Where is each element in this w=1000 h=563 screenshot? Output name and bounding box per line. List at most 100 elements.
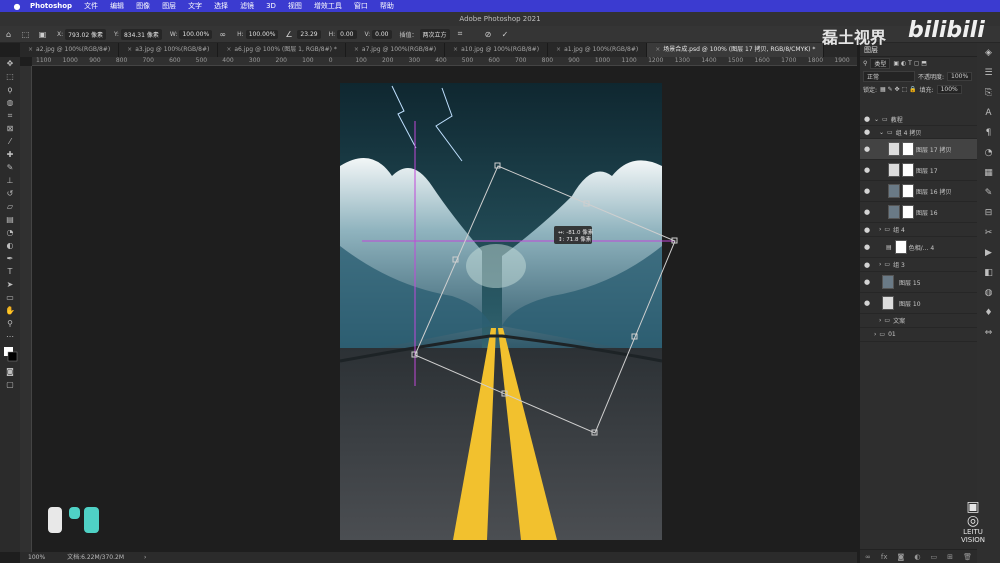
h-field[interactable]: 100.00% xyxy=(245,29,279,39)
path-select-icon[interactable]: ➤ xyxy=(0,278,20,291)
vskew-field[interactable]: 0.00 xyxy=(372,29,392,39)
interp-select[interactable]: 两次立方 xyxy=(419,28,450,40)
rectangle-tool-icon[interactable]: ▭ xyxy=(0,291,20,304)
layer-row[interactable]: ● 图层 17 xyxy=(860,160,977,181)
pen-tool-icon[interactable]: ✒ xyxy=(0,252,20,265)
eyedropper-icon[interactable]: ⁄ xyxy=(0,135,20,148)
zoom-level[interactable]: 100% xyxy=(28,554,45,561)
tab-a10[interactable]: × a10.jpg @ 100%(RGB/8#) xyxy=(445,43,549,57)
document-canvas[interactable]: ↔: -81.0 像素 ↕: 71.8 像素 xyxy=(32,66,857,552)
new-layer-icon[interactable]: ⊞ xyxy=(947,553,953,561)
layer-row[interactable]: ● 图层 16 xyxy=(860,202,977,223)
tab-a7[interactable]: × a7.jpg @ 100%(RGB/8#) xyxy=(346,43,446,57)
new-group-icon[interactable]: ▭ xyxy=(931,553,938,561)
menu-select[interactable]: 选择 xyxy=(214,1,228,11)
scissors-icon[interactable]: ✂ xyxy=(977,223,1000,243)
layer-row[interactable]: ● › ▭ 组 4 xyxy=(860,223,977,237)
link-layers-icon[interactable]: ∞ xyxy=(865,553,871,561)
layer-row[interactable]: ● ⌄ ▭ 组 4 拷贝 xyxy=(860,126,977,139)
visibility-eye-icon[interactable]: ● xyxy=(860,208,874,216)
zoom-tool-icon[interactable]: ⚲ xyxy=(0,317,20,330)
menu-view[interactable]: 视图 xyxy=(288,1,302,11)
paths-icon[interactable]: ⎘ xyxy=(977,83,1000,103)
healing-brush-icon[interactable]: ✚ xyxy=(0,148,20,161)
quick-select-icon[interactable]: ◍ xyxy=(0,96,20,109)
w-field[interactable]: 100.00% xyxy=(179,29,213,39)
color-swatches-icon[interactable] xyxy=(0,343,20,365)
warp-icon[interactable]: ⌗ xyxy=(455,29,466,40)
layer-row[interactable]: ● ▤ 色相/... 4 xyxy=(860,237,977,258)
visibility-eye-icon[interactable]: ● xyxy=(860,243,874,251)
crop-tool-icon[interactable]: ⌗ xyxy=(0,109,20,122)
layer-row[interactable]: ● 图层 10 xyxy=(860,293,977,314)
patterns-icon[interactable]: ⇔ xyxy=(977,323,1000,343)
channels-icon[interactable]: ☰ xyxy=(977,63,1000,83)
libraries-icon[interactable]: ▦ xyxy=(977,163,1000,183)
hand-tool-icon[interactable]: ✋ xyxy=(0,304,20,317)
adjustment-layer-icon[interactable]: ◐ xyxy=(914,553,920,561)
layer-row[interactable]: ● 图层 16 拷贝 xyxy=(860,181,977,202)
menu-filter[interactable]: 滤镜 xyxy=(240,1,254,11)
collapse-arrow-icon[interactable]: › xyxy=(879,261,881,268)
lasso-tool-icon[interactable]: ϙ xyxy=(0,83,20,96)
expand-arrow-icon[interactable]: ⌄ xyxy=(874,116,879,123)
menu-image[interactable]: 图像 xyxy=(136,1,150,11)
brush-settings-icon[interactable]: ✎ xyxy=(977,183,1000,203)
close-icon[interactable]: × xyxy=(127,46,132,53)
visibility-eye-icon[interactable]: ● xyxy=(860,145,874,153)
layer-filter-select[interactable]: 类型 xyxy=(870,58,891,69)
collapse-arrow-icon[interactable]: › xyxy=(874,331,876,338)
cancel-icon[interactable]: ⊘ xyxy=(483,29,494,40)
tab-a6[interactable]: × a6.jpg @ 100% (图层 1, RGB/8#) * xyxy=(218,43,346,57)
menu-type[interactable]: 文字 xyxy=(188,1,202,11)
quick-mask-icon[interactable]: ◙ xyxy=(0,365,20,378)
visibility-eye-icon[interactable]: ● xyxy=(860,299,874,307)
gradient-icon[interactable]: ▤ xyxy=(0,213,20,226)
visibility-eye-icon[interactable]: ● xyxy=(860,278,874,286)
dodge-tool-icon[interactable]: ◐ xyxy=(0,239,20,252)
tab-a3[interactable]: × a3.jpg @ 100%(RGB/8#) xyxy=(119,43,219,57)
filter-icons[interactable]: ▣ ◐ T ▢ ⬒ xyxy=(893,60,927,67)
fx-icon[interactable]: fx xyxy=(881,553,888,561)
visibility-eye-icon[interactable]: ● xyxy=(860,261,874,269)
canvas-area[interactable]: ↔: -81.0 像素 ↕: 71.8 像素 xyxy=(32,66,857,552)
home-icon[interactable]: ⌂ xyxy=(3,29,14,40)
layer-row[interactable]: › ▭ 文案 xyxy=(860,314,977,328)
visibility-eye-icon[interactable]: ● xyxy=(860,128,874,136)
type-tool-icon[interactable]: T xyxy=(0,265,20,278)
close-icon[interactable]: × xyxy=(354,46,359,53)
status-arrow-icon[interactable]: › xyxy=(144,554,146,561)
history-brush-icon[interactable]: ↺ xyxy=(0,187,20,200)
menu-help[interactable]: 帮助 xyxy=(380,1,394,11)
menu-window[interactable]: 窗口 xyxy=(354,1,368,11)
fill-field[interactable]: 100% xyxy=(936,85,962,94)
swatches-icon[interactable]: ◍ xyxy=(977,283,1000,303)
actions-icon[interactable]: ▶ xyxy=(977,243,1000,263)
x-field[interactable]: 793.02 像素 xyxy=(65,28,107,40)
layer-row[interactable]: ● 图层 15 xyxy=(860,272,977,293)
doc-size[interactable]: 文档:6.22M/370.2M xyxy=(67,554,124,561)
tab-scene-composite[interactable]: × 场景合成.psd @ 100% (图层 17 拷贝, RGB/8/CMYK) … xyxy=(647,43,825,57)
character-icon[interactable]: A xyxy=(977,103,1000,123)
visibility-eye-icon[interactable]: ● xyxy=(860,115,874,123)
menu-file[interactable]: 文件 xyxy=(84,1,98,11)
angle-field[interactable]: 23.29 xyxy=(297,29,321,39)
screen-mode-icon[interactable]: ▢ xyxy=(0,378,20,391)
tab-a1[interactable]: × a1.jpg @ 100%(RGB/8#) xyxy=(548,43,648,57)
close-icon[interactable]: × xyxy=(655,46,660,53)
layer-row[interactable]: ● › ▭ 组 3 xyxy=(860,258,977,272)
reference-point-icon[interactable]: ▣ xyxy=(37,29,48,40)
more-tools-icon[interactable]: ⋯ xyxy=(0,330,20,343)
blur-tool-icon[interactable]: ◔ xyxy=(0,226,20,239)
menu-edit[interactable]: 编辑 xyxy=(110,1,124,11)
app-menu[interactable]: Photoshop xyxy=(30,2,72,10)
expand-arrow-icon[interactable]: ⌄ xyxy=(879,129,884,136)
hskew-field[interactable]: 0.00 xyxy=(337,29,357,39)
close-icon[interactable]: × xyxy=(556,46,561,53)
move-tool-icon[interactable]: ✥ xyxy=(0,57,20,70)
marquee-tool-icon[interactable]: ⬚ xyxy=(0,70,20,83)
close-icon[interactable]: × xyxy=(226,46,231,53)
visibility-eye-icon[interactable]: ● xyxy=(860,166,874,174)
tool-presets-icon[interactable]: ⊟ xyxy=(977,203,1000,223)
layer-row-selected[interactable]: ● 图层 17 拷贝 xyxy=(860,139,977,160)
